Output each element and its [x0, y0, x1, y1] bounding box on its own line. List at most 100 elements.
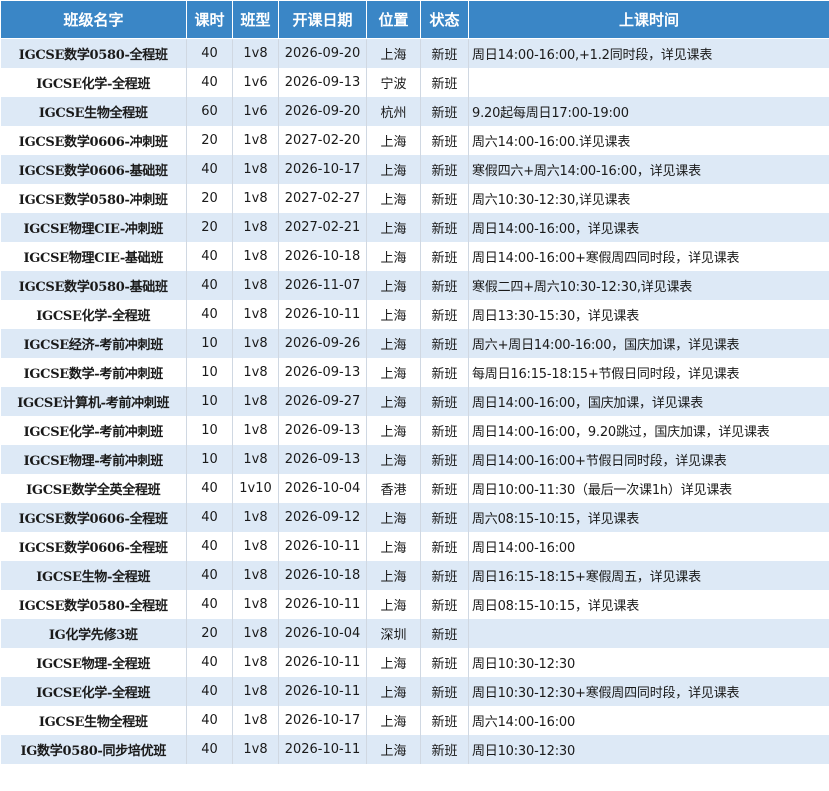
status-cell: 新班 — [420, 503, 469, 532]
class-name-cell: IGCSE数学0580-全程班 — [0, 38, 187, 68]
hours-cell: 10 — [186, 445, 233, 474]
status-cell: 新班 — [420, 126, 469, 155]
status-cell: 新班 — [420, 648, 469, 677]
schedule-cell: 周六10:30-12:30,详见课表 — [468, 184, 829, 213]
location-cell: 宁波 — [366, 68, 421, 97]
status-cell: 新班 — [420, 561, 469, 590]
schedule-cell: 周日14:00-16:00，国庆加课，详见课表 — [468, 387, 829, 416]
location-cell: 上海 — [366, 706, 421, 735]
hours-cell: 40 — [186, 561, 233, 590]
table-row: IGCSE生物全程班 60 1v6 2026-09-20 杭州 新班 9.20起每周日17:… — [0, 97, 829, 126]
hours-cell: 20 — [186, 184, 233, 213]
location-cell: 上海 — [366, 503, 421, 532]
start-date-cell: 2026-09-13 — [278, 416, 367, 445]
hours-cell: 20 — [186, 126, 233, 155]
location-cell: 上海 — [366, 329, 421, 358]
hours-cell: 10 — [186, 416, 233, 445]
class-name-cell: IGCSE物理CIE-冲刺班 — [0, 213, 187, 242]
location-cell: 上海 — [366, 387, 421, 416]
table-row: IGCSE化学-全程班 40 1v8 2026-10-11 上海 新班 周日13:30-15… — [0, 300, 829, 329]
table-row: IGCSE数学0580-全程班 40 1v8 2026-10-11 上海 新班 周日08:1… — [0, 590, 829, 619]
class-name-cell: IGCSE生物全程班 — [0, 706, 187, 735]
class-name-cell: IGCSE数学-考前冲刺班 — [0, 358, 187, 387]
status-cell: 新班 — [420, 97, 469, 126]
class-type-cell: 1v6 — [232, 68, 279, 97]
header-start-date: 开课日期 — [278, 0, 367, 39]
class-schedule-table: 班级名字 课时 班型 开课日期 位置 状态 上课时间 IGCSE数学0580-全… — [0, 0, 829, 764]
class-name-cell: IGCSE物理-考前冲刺班 — [0, 445, 187, 474]
class-name-cell: IG化学先修3班 — [0, 619, 187, 648]
schedule-cell: 周六+周日14:00-16:00，国庆加课，详见课表 — [468, 329, 829, 358]
location-cell: 上海 — [366, 126, 421, 155]
location-cell: 上海 — [366, 242, 421, 271]
table-row: IGCSE物理-考前冲刺班 10 1v8 2026-09-13 上海 新班 周日14:00-… — [0, 445, 829, 474]
class-type-cell: 1v8 — [232, 329, 279, 358]
hours-cell: 40 — [186, 735, 233, 764]
table-row: IG数学0580-同步培优班 40 1v8 2026-10-11 上海 新班 周日10:30… — [0, 735, 829, 764]
class-type-cell: 1v8 — [232, 358, 279, 387]
class-name-cell: IGCSE数学0606-全程班 — [0, 503, 187, 532]
table-row: IGCSE数学0606-基础班 40 1v8 2026-10-17 上海 新班 寒假四六+周… — [0, 155, 829, 184]
class-name-cell: IGCSE经济-考前冲刺班 — [0, 329, 187, 358]
schedule-cell: 周日16:15-18:15+寒假周五，详见课表 — [468, 561, 829, 590]
start-date-cell: 2026-10-18 — [278, 561, 367, 590]
hours-cell: 40 — [186, 242, 233, 271]
location-cell: 上海 — [366, 38, 421, 68]
schedule-cell: 周日10:30-12:30 — [468, 648, 829, 677]
table-row: IGCSE数学0580-全程班 40 1v8 2026-09-20 上海 新班 周日14:0… — [0, 38, 829, 68]
start-date-cell: 2026-10-11 — [278, 677, 367, 706]
location-cell: 上海 — [366, 445, 421, 474]
start-date-cell: 2026-10-17 — [278, 706, 367, 735]
location-cell: 上海 — [366, 561, 421, 590]
hours-cell: 10 — [186, 358, 233, 387]
class-type-cell: 1v6 — [232, 97, 279, 126]
hours-cell: 40 — [186, 677, 233, 706]
class-type-cell: 1v8 — [232, 126, 279, 155]
class-name-cell: IGCSE数学0580-全程班 — [0, 590, 187, 619]
location-cell: 上海 — [366, 155, 421, 184]
hours-cell: 40 — [186, 271, 233, 300]
hours-cell: 40 — [186, 706, 233, 735]
class-type-cell: 1v8 — [232, 184, 279, 213]
class-type-cell: 1v8 — [232, 561, 279, 590]
class-type-cell: 1v8 — [232, 300, 279, 329]
table-row: IGCSE经济-考前冲刺班 10 1v8 2026-09-26 上海 新班 周六+周日14:… — [0, 329, 829, 358]
status-cell: 新班 — [420, 271, 469, 300]
hours-cell: 60 — [186, 97, 233, 126]
class-type-cell: 1v8 — [232, 532, 279, 561]
location-cell: 上海 — [366, 358, 421, 387]
header-status: 状态 — [420, 0, 469, 39]
schedule-cell: 周日14:00-16:00,+1.2同时段，详见课表 — [468, 38, 829, 68]
status-cell: 新班 — [420, 68, 469, 97]
class-name-cell: IGCSE数学0580-冲刺班 — [0, 184, 187, 213]
start-date-cell: 2026-10-11 — [278, 735, 367, 764]
class-type-cell: 1v8 — [232, 735, 279, 764]
status-cell: 新班 — [420, 184, 469, 213]
status-cell: 新班 — [420, 38, 469, 68]
header-location: 位置 — [366, 0, 421, 39]
start-date-cell: 2026-09-13 — [278, 68, 367, 97]
class-name-cell: IGCSE数学0606-基础班 — [0, 155, 187, 184]
class-name-cell: IGCSE物理-全程班 — [0, 648, 187, 677]
schedule-cell: 周六08:15-10:15，详见课表 — [468, 503, 829, 532]
status-cell: 新班 — [420, 532, 469, 561]
hours-cell: 40 — [186, 503, 233, 532]
table-row: IGCSE数学0606-冲刺班 20 1v8 2027-02-20 上海 新班 周六14:0… — [0, 126, 829, 155]
table-row: IGCSE数学0580-冲刺班 20 1v8 2027-02-27 上海 新班 周六10:3… — [0, 184, 829, 213]
class-name-cell: IGCSE化学-考前冲刺班 — [0, 416, 187, 445]
start-date-cell: 2026-10-11 — [278, 532, 367, 561]
start-date-cell: 2026-09-20 — [278, 38, 367, 68]
header-row: 班级名字 课时 班型 开课日期 位置 状态 上课时间 — [0, 0, 829, 39]
schedule-cell: 周日10:00-11:30（最后一次课1h）详见课表 — [468, 474, 829, 503]
header-schedule: 上课时间 — [468, 0, 829, 39]
table-row: IG化学先修3班 20 1v8 2026-10-04 深圳 新班 — [0, 619, 829, 648]
schedule-cell: 周日08:15-10:15，详见课表 — [468, 590, 829, 619]
status-cell: 新班 — [420, 416, 469, 445]
status-cell: 新班 — [420, 387, 469, 416]
table-row: IGCSE化学-考前冲刺班 10 1v8 2026-09-13 上海 新班 周日14:00-… — [0, 416, 829, 445]
location-cell: 上海 — [366, 300, 421, 329]
start-date-cell: 2026-10-18 — [278, 242, 367, 271]
class-type-cell: 1v8 — [232, 445, 279, 474]
schedule-cell: 周六14:00-16:00 — [468, 706, 829, 735]
status-cell: 新班 — [420, 590, 469, 619]
